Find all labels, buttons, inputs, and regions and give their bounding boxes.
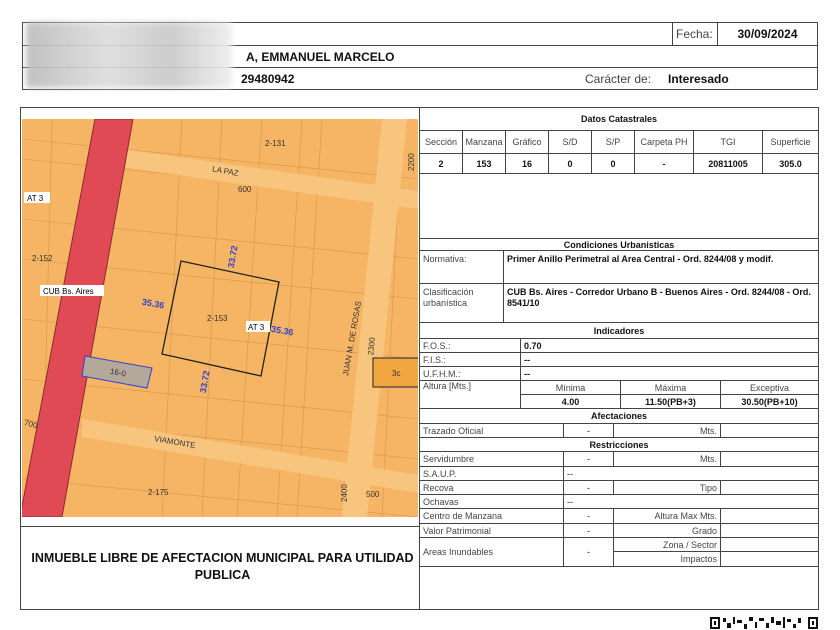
- recova-unit: Tipo: [613, 480, 721, 495]
- areas-impactos-unit: Impactos: [613, 551, 721, 567]
- block-north-label: 2-131: [265, 139, 286, 148]
- applicant-name: A, EMMANUEL MARCELO: [246, 49, 395, 64]
- header-sp: S/P: [591, 130, 635, 154]
- value-grafico: 16: [505, 153, 549, 174]
- altura-exceptiva-value: 30.50(PB+10): [720, 394, 819, 409]
- trazado-unit: Mts.: [613, 423, 721, 438]
- fecha-label: Fecha:: [672, 22, 718, 46]
- number-2300-label: 2300: [366, 336, 377, 355]
- centro-field: [720, 508, 819, 524]
- catastro-title: Datos Catastrales: [419, 107, 819, 131]
- header-manzana: Manzana: [462, 130, 506, 154]
- areas-value: -: [563, 537, 614, 567]
- value-sp: 0: [591, 153, 635, 174]
- altura-label: Altura [Mts.]: [419, 380, 521, 409]
- altura-exceptiva-header: Exceptiva: [720, 380, 819, 395]
- value-manzana: 153: [462, 153, 506, 174]
- fos-label: F.O.S.:: [419, 338, 521, 353]
- number-500-label: 500: [366, 490, 380, 499]
- value-sd: 0: [548, 153, 592, 174]
- areas-zona-unit: Zona / Sector: [613, 537, 721, 552]
- valor-label: Valor Patrimonial: [419, 523, 564, 538]
- valor-unit: Grado: [613, 523, 721, 538]
- trazado-field: [720, 423, 819, 438]
- areas-impactos-field: [720, 551, 819, 567]
- restricciones-title: Restricciones: [419, 437, 819, 452]
- recova-label: Recova: [419, 480, 564, 495]
- header-sd: S/D: [548, 130, 592, 154]
- normativa-label: Normativa:: [419, 250, 504, 284]
- recova-field: [720, 480, 819, 495]
- corridor-label: CUB Bs. Aires: [43, 287, 94, 296]
- centro-value: -: [563, 508, 614, 524]
- value-carpeta-ph: -: [634, 153, 694, 174]
- afectaciones-title: Afectaciones: [419, 408, 819, 424]
- value-superficie: 305.0: [762, 153, 819, 174]
- cadastral-map[interactable]: 2-131 LA PAZ 600 2200 2-152 2-153 16-0 J…: [22, 119, 418, 517]
- clasificacion-label: Clasificación urbanística: [419, 283, 504, 323]
- altura-maxima-value: 11.50(PB+3): [620, 394, 721, 409]
- servidumbre-label: Servidumbre: [419, 451, 564, 467]
- ochavas-value: --: [563, 494, 819, 509]
- altura-minima-value: 4.00: [520, 394, 621, 409]
- saup-value: --: [563, 466, 819, 481]
- number-600-label: 600: [238, 185, 252, 194]
- block-main-label: 2-153: [207, 314, 228, 323]
- fos-value: 0.70: [520, 338, 819, 353]
- redacted-area: [26, 22, 232, 88]
- areas-zona-field: [720, 537, 819, 552]
- header-superficie: Superficie: [762, 130, 819, 154]
- servidumbre-field: [720, 451, 819, 467]
- header-seccion: Sección: [419, 130, 463, 154]
- areas-label: Areas Inundables: [419, 537, 564, 567]
- parcel-3c-label: 3c: [392, 369, 400, 378]
- ufhm-label: U.F.H.M.:: [419, 366, 521, 381]
- block-south-label: 2-175: [148, 488, 169, 497]
- altura-minima-header: Mínima: [520, 380, 621, 395]
- zone-at3-right-label: AT 3: [248, 323, 265, 332]
- fecha-value: 30/09/2024: [717, 22, 818, 46]
- number-2200-label: 2200: [407, 153, 416, 171]
- zone-at3-left-label: AT 3: [27, 194, 44, 203]
- indicadores-title: Indicadores: [419, 322, 819, 339]
- servidumbre-unit: Mts.: [613, 451, 721, 467]
- fis-label: F.I.S.:: [419, 352, 521, 367]
- fis-value: --: [520, 352, 819, 367]
- normativa-value: Primer Anillo Perimetral al Area Central…: [503, 250, 819, 284]
- altura-maxima-header: Máxima: [620, 380, 721, 395]
- caracter-value: Interesado: [668, 71, 729, 86]
- trazado-label: Trazado Oficial: [419, 423, 564, 438]
- number-2400-label: 2400: [340, 484, 349, 502]
- valor-value: -: [563, 523, 614, 538]
- header-grafico: Gráfico: [505, 130, 549, 154]
- recova-value: -: [563, 480, 614, 495]
- notice-text: INMUEBLE LIBRE DE AFECTACION MUNICIPAL P…: [31, 551, 414, 582]
- ufhm-value: --: [520, 366, 819, 381]
- caracter-label: Carácter de:: [585, 71, 652, 86]
- clasificacion-value: CUB Bs. Aires - Corredor Urbano B - Buen…: [503, 283, 819, 323]
- block-west-label: 2-152: [32, 254, 53, 263]
- ochavas-label: Ochavas: [419, 494, 564, 509]
- valor-field: [720, 523, 819, 538]
- header-box: Fecha: 30/09/2024 A, EMMANUEL MARCELO 29…: [22, 22, 818, 90]
- qr-code-icon: [710, 617, 818, 629]
- servidumbre-value: -: [563, 451, 614, 467]
- trazado-value: -: [563, 423, 614, 438]
- centro-label: Centro de Manzana: [419, 508, 564, 524]
- centro-unit: Altura Max Mts.: [613, 508, 721, 524]
- header-tgi: TGI: [693, 130, 763, 154]
- doc-number: 29480942: [241, 71, 295, 86]
- saup-label: S.A.U.P.: [419, 466, 564, 481]
- value-tgi: 20811005: [693, 153, 763, 174]
- header-carpeta-ph: Carpeta PH: [634, 130, 694, 154]
- value-seccion: 2: [419, 153, 463, 174]
